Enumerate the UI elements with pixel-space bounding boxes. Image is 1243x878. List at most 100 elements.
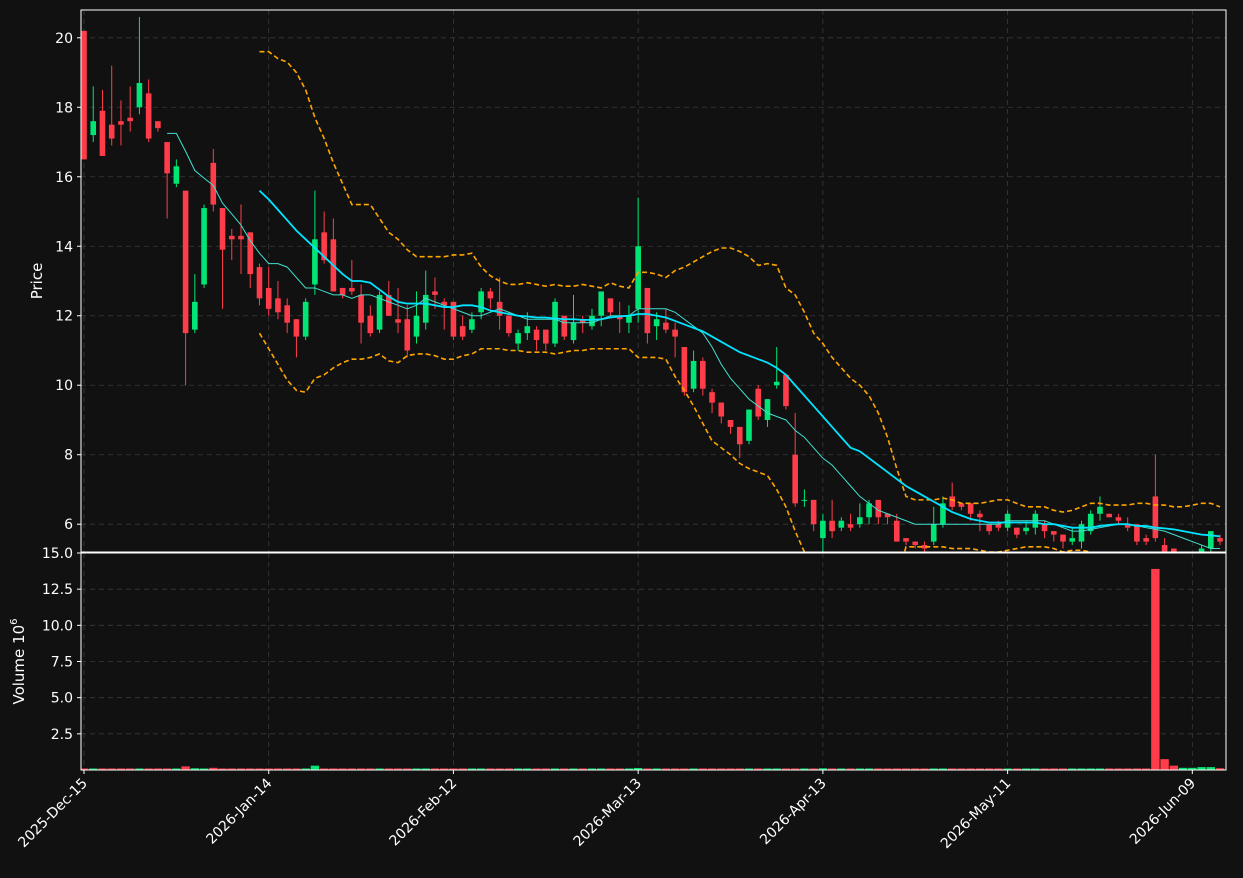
candle-body — [1161, 545, 1168, 552]
candle-body — [284, 305, 290, 323]
x-tick-label: 2025-Dec-15 — [15, 776, 90, 851]
candle-body — [1171, 548, 1177, 552]
candle-body — [127, 117, 133, 122]
volume-axis-label: Volume 106 — [9, 618, 28, 704]
candle-body — [1198, 548, 1205, 552]
grid-lines — [81, 10, 1226, 770]
candle-body — [228, 235, 235, 240]
price-tick-label: 20 — [55, 31, 73, 47]
candle-body — [524, 326, 531, 334]
lower-band-line — [258, 332, 1093, 552]
candle-body — [256, 267, 263, 299]
candle-body — [478, 291, 484, 313]
price-tick-label: 10 — [55, 378, 73, 394]
volume-axis-exponent: 6 — [9, 618, 20, 624]
candle-body — [1097, 506, 1103, 514]
volume-bar — [1151, 568, 1160, 770]
candle-body — [358, 294, 364, 323]
candle-body — [755, 388, 762, 417]
candle-body — [829, 520, 835, 532]
candle-body — [672, 329, 678, 337]
price-panel-frame — [80, 9, 1227, 553]
candle-body — [589, 315, 595, 327]
candle-body — [118, 121, 124, 125]
candle-body — [164, 142, 170, 174]
candle-body — [552, 301, 558, 344]
candle-body — [201, 208, 207, 285]
candle-body — [293, 319, 300, 337]
candle-body — [395, 319, 401, 323]
candle-body — [90, 121, 97, 136]
volume-tick-label: 5.0 — [51, 691, 73, 707]
candle-body — [764, 399, 771, 420]
candle-body — [773, 381, 780, 386]
candle-body — [155, 121, 161, 129]
candle-body — [173, 166, 180, 184]
axis-labels: 6 8 10 12 14 16 18 20 2.5 5.0 7.5 10.0 12.5 15.0 2025-… — [9, 31, 1199, 852]
candle-body — [930, 524, 937, 542]
candle-body — [108, 124, 115, 139]
candle-body — [1014, 527, 1020, 535]
candle-body — [339, 287, 346, 295]
candle-body — [543, 329, 549, 344]
short-moving-average-line — [167, 132, 1221, 550]
candle-body — [349, 287, 355, 292]
x-tick-label: 2026-Jan-14 — [203, 775, 275, 847]
price-tick-label: 12 — [55, 309, 73, 325]
candle-body — [1060, 534, 1066, 542]
candle-body — [700, 360, 706, 389]
candle-body — [182, 190, 189, 334]
candle-body — [663, 322, 669, 330]
candle-body — [1050, 531, 1057, 535]
x-tick-label: 2026-Jun-09 — [1127, 776, 1199, 848]
candle-body — [302, 301, 309, 337]
price-tick-label: 16 — [55, 170, 73, 186]
candle-body — [136, 82, 143, 108]
candle-body — [404, 319, 411, 351]
candle-body — [995, 524, 1002, 528]
candle-body — [690, 360, 697, 389]
candle-body — [783, 374, 789, 407]
volume-tick-label: 12.5 — [42, 582, 73, 598]
candle-body — [644, 287, 651, 334]
candle-body — [487, 291, 494, 299]
candle-body — [533, 329, 540, 341]
candle-body — [1106, 513, 1112, 518]
candle-body — [1152, 496, 1159, 539]
candle-body — [967, 503, 974, 514]
panel-frames — [80, 9, 1227, 771]
volume-bar — [181, 766, 190, 770]
candle-body — [607, 298, 614, 313]
candle-body — [746, 409, 752, 441]
candle-body — [367, 315, 374, 334]
candle-body — [820, 520, 826, 539]
candle-body — [903, 538, 909, 542]
volume-tick-label: 10.0 — [42, 618, 73, 634]
long-moving-average-line — [258, 190, 1221, 538]
candle-body — [265, 287, 272, 309]
candle-body — [598, 291, 605, 316]
x-tick-label: 2026-May-11 — [938, 776, 1015, 853]
candle-body — [506, 315, 512, 334]
candle-body — [801, 499, 808, 501]
candle-body — [1190, 559, 1196, 562]
candle-body — [949, 496, 955, 507]
volume-bar — [1169, 765, 1179, 770]
candlestick-chart: 6 8 10 12 14 16 18 20 2.5 5.0 7.5 10.0 12.5 15.0 2025-… — [0, 0, 1243, 873]
candle-body — [736, 426, 743, 445]
candle-body — [1143, 538, 1149, 542]
candle-body — [792, 454, 798, 504]
candle-body — [1069, 538, 1076, 542]
candle-body — [1207, 531, 1214, 549]
candle-body — [1041, 524, 1048, 532]
candle-body — [570, 322, 577, 341]
volume-axis-label-text: Volume 10 — [10, 625, 28, 705]
candle-body — [847, 524, 854, 528]
candle-body — [718, 402, 725, 417]
x-tick-label: 2026-Apr-13 — [757, 776, 830, 849]
candle-body — [810, 499, 817, 525]
candle-body — [145, 93, 152, 139]
candle-body — [727, 419, 734, 427]
price-tick-label: 6 — [64, 517, 73, 533]
volume-bar — [1160, 759, 1169, 770]
